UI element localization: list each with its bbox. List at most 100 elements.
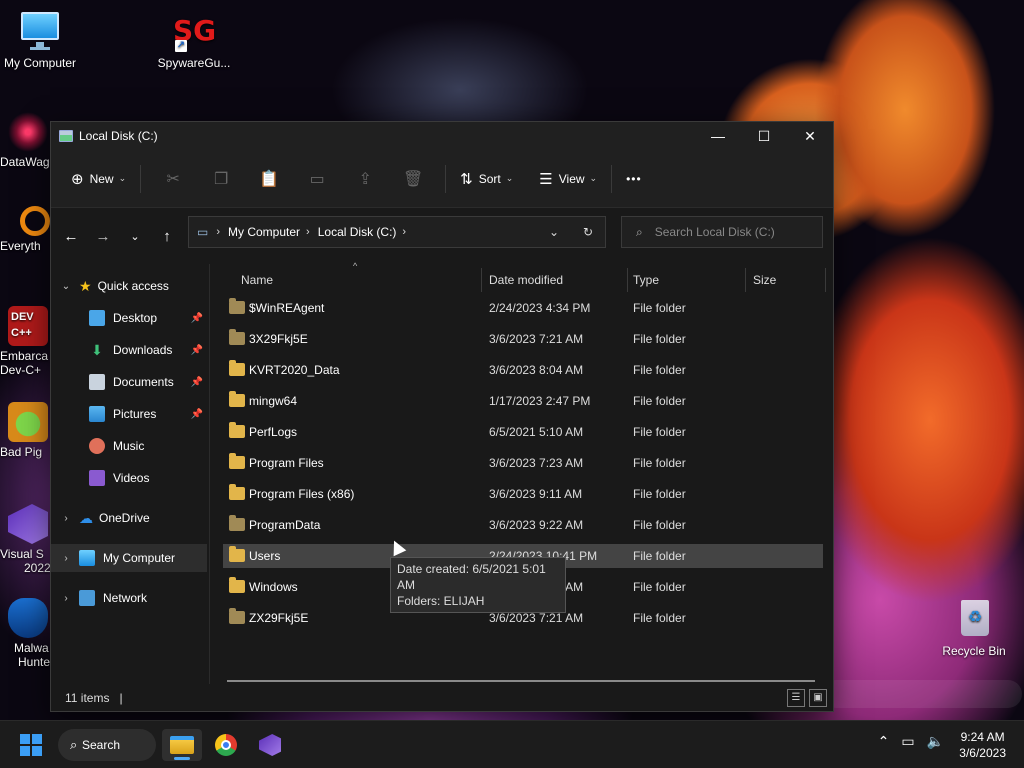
datawag-icon xyxy=(8,112,48,152)
column-date-modified[interactable]: Date modified xyxy=(489,264,563,296)
desktop-icon-everything[interactable]: Everyth xyxy=(0,206,50,253)
taskbar-visual-studio[interactable] xyxy=(250,729,290,761)
file-row[interactable]: Program Files 3/6/2023 7:23 AM File folder xyxy=(223,451,823,475)
pin-icon[interactable]: 📌 xyxy=(191,377,203,388)
search-box[interactable]: ⌕ Search Local Disk (C:) xyxy=(621,216,823,248)
file-row[interactable]: 3X29Fkj5E 3/6/2023 7:21 AM File folder xyxy=(223,327,823,351)
desktop-icon-label: SpywareGu... xyxy=(157,56,231,70)
pin-icon[interactable]: 📌 xyxy=(191,313,203,324)
column-divider[interactable] xyxy=(745,268,746,292)
desktop-icon-label: Embarca xyxy=(0,349,49,363)
toolbar-separator xyxy=(445,164,447,193)
file-row[interactable]: $WinREAgent 2/24/2023 4:34 PM File folder xyxy=(223,296,823,320)
column-type[interactable]: Type xyxy=(633,264,659,296)
column-name[interactable]: Name xyxy=(241,264,273,296)
status-divider: | xyxy=(119,691,123,705)
paste-icon[interactable]: 📋 xyxy=(245,169,293,189)
taskbar-file-explorer[interactable] xyxy=(162,729,202,761)
desktop-icon-spywareguard[interactable]: SG ↗ SpywareGu... xyxy=(154,10,234,70)
file-row[interactable]: PerfLogs 6/5/2021 5:10 AM File folder xyxy=(223,420,823,444)
document-icon xyxy=(89,374,105,390)
desktop-icon-my-computer[interactable]: My Computer xyxy=(0,10,80,70)
star-icon: ★ xyxy=(79,277,92,294)
address-bar[interactable]: ▭ › My Computer › Local Disk (C:) › ⌄ ↻ xyxy=(188,216,606,248)
nav-my-computer[interactable]: › My Computer xyxy=(51,544,207,572)
nav-pictures[interactable]: Pictures 📌 xyxy=(51,400,207,428)
computer-icon xyxy=(79,550,95,566)
folder-icon xyxy=(229,515,245,531)
file-name: ProgramData xyxy=(249,518,321,532)
column-divider[interactable] xyxy=(627,268,628,292)
navigation-pane: ⌄ ★ Quick access Desktop 📌 ⬇ Downloads 📌… xyxy=(51,264,209,684)
file-name: Windows xyxy=(249,580,298,594)
tooltip-date-created: Date created: 6/5/2021 5:01 AM xyxy=(397,562,546,592)
pin-icon[interactable]: 📌 xyxy=(191,409,203,420)
file-type: File folder xyxy=(633,611,686,625)
refresh-icon[interactable]: ↻ xyxy=(571,225,605,239)
network-display-icon[interactable]: ▭ xyxy=(901,733,914,750)
copy-icon[interactable]: ❐ xyxy=(197,169,245,189)
chevron-up-icon[interactable]: ⌃ xyxy=(878,733,890,750)
rename-icon[interactable]: ▭ xyxy=(293,169,341,189)
recycle-bin-icon: ♻ xyxy=(953,598,995,640)
toolbar-separator xyxy=(611,164,613,193)
view-button[interactable]: ☰ View ⌄ xyxy=(533,163,603,195)
column-divider[interactable] xyxy=(825,268,826,292)
view-label: View xyxy=(558,171,585,186)
close-button[interactable]: ✕ xyxy=(787,122,833,150)
file-type: File folder xyxy=(633,580,686,594)
minimize-button[interactable]: — xyxy=(695,122,741,150)
desktop-icon-devcpp[interactable]: DEV C++ Embarca Dev-C+ xyxy=(0,306,50,377)
nav-desktop[interactable]: Desktop 📌 xyxy=(51,304,207,332)
file-row[interactable]: mingw64 1/17/2023 2:47 PM File folder xyxy=(223,389,823,413)
back-arrow-icon[interactable]: ← xyxy=(55,228,87,245)
desktop-icon-datawag[interactable]: DataWag xyxy=(0,112,50,169)
forward-arrow-icon[interactable]: → xyxy=(87,228,119,245)
desktop-icon-recycle-bin[interactable]: ♻ Recycle Bin xyxy=(934,598,1014,658)
file-row[interactable]: ProgramData 3/6/2023 9:22 AM File folder xyxy=(223,513,823,537)
file-row[interactable]: KVRT2020_Data 3/6/2023 8:04 AM File folder xyxy=(223,358,823,382)
taskbar-clock[interactable]: 9:24 AM 3/6/2023 xyxy=(959,729,1006,761)
new-button[interactable]: ⊕ New ⌄ xyxy=(65,163,132,195)
column-divider[interactable] xyxy=(481,268,482,292)
windows-start-icon[interactable] xyxy=(20,734,42,756)
recent-locations-chevron-icon[interactable]: ⌄ xyxy=(119,230,151,243)
speaker-icon[interactable]: 🔈 xyxy=(927,733,944,750)
desktop-icon-visual-studio[interactable]: Visual S 2022 xyxy=(0,504,50,575)
nav-quick-access[interactable]: ⌄ ★ Quick access xyxy=(51,272,207,300)
column-size[interactable]: Size xyxy=(753,264,776,296)
sort-button[interactable]: ⇅ Sort ⌄ xyxy=(454,163,519,195)
share-icon[interactable]: ⇪ xyxy=(341,169,389,189)
breadcrumb-chevron-icon: › xyxy=(306,226,310,238)
up-arrow-icon[interactable]: ↑ xyxy=(151,228,183,245)
nav-music[interactable]: Music xyxy=(51,432,207,460)
folder-icon xyxy=(229,298,245,314)
nav-onedrive[interactable]: › ☁ OneDrive xyxy=(51,504,207,532)
desktop-icon-label: Bad Pig xyxy=(0,445,43,459)
taskbar-search-button[interactable]: ⌕ Search xyxy=(58,729,156,761)
file-row[interactable]: Program Files (x86) 3/6/2023 9:11 AM File … xyxy=(223,482,823,506)
nav-network[interactable]: › Network xyxy=(51,584,207,612)
taskbar-chrome[interactable] xyxy=(206,729,246,761)
breadcrumb-local-disk[interactable]: Local Disk (C:) xyxy=(318,225,397,239)
file-date-modified: 6/5/2021 5:10 AM xyxy=(489,425,584,439)
tiles-view-icon[interactable]: ▣ xyxy=(809,689,827,707)
pane-divider[interactable] xyxy=(209,264,210,684)
pin-icon[interactable]: 📌 xyxy=(191,345,203,356)
details-view-icon[interactable]: ☰ xyxy=(787,689,805,707)
horizontal-scrollbar[interactable] xyxy=(227,680,815,682)
address-history-chevron-icon[interactable]: ⌄ xyxy=(537,225,571,239)
cut-icon[interactable]: ✂ xyxy=(149,169,197,189)
nav-videos[interactable]: Videos xyxy=(51,464,207,492)
maximize-button[interactable]: ☐ xyxy=(741,122,787,150)
desktop-icon-bad-piggies[interactable]: Bad Pig xyxy=(0,402,50,459)
title-bar[interactable]: Local Disk (C:) — ☐ ✕ xyxy=(51,122,833,150)
file-date-modified: 3/6/2023 9:11 AM xyxy=(489,487,583,501)
window-title: Local Disk (C:) xyxy=(79,129,158,143)
more-options-button[interactable]: ••• xyxy=(620,163,648,195)
nav-downloads[interactable]: ⬇ Downloads 📌 xyxy=(51,336,207,364)
desktop-icon-malware-hunter[interactable]: Malwa Hunte xyxy=(0,598,50,669)
nav-documents[interactable]: Documents 📌 xyxy=(51,368,207,396)
delete-icon[interactable]: 🗑 xyxy=(389,169,437,189)
breadcrumb-my-computer[interactable]: My Computer xyxy=(228,225,300,239)
